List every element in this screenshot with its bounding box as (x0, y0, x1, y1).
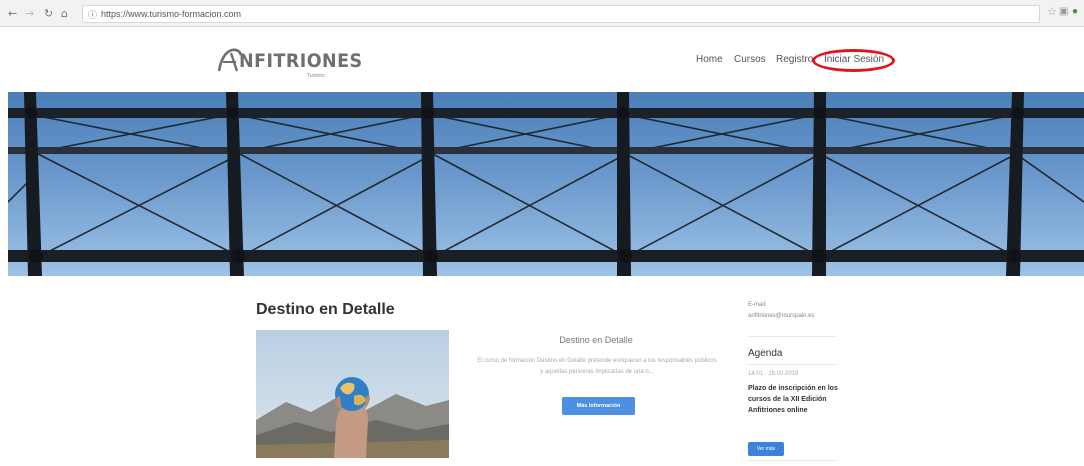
star-icon[interactable]: ☆ (1047, 6, 1057, 18)
course-thumbnail[interactable] (256, 330, 449, 458)
forward-arrow-icon[interactable]: → (25, 8, 34, 19)
address-bar[interactable]: ⓘ https://www.turismo-formacion.com (82, 5, 1040, 23)
logo-subtitle: Turismo (307, 73, 325, 79)
email-label: E-mail: (748, 302, 767, 308)
globe-in-hand-image (256, 330, 449, 458)
roof-structure-image (8, 92, 1084, 276)
card-title: Destino en Detalle (559, 335, 633, 345)
menu-cursos[interactable]: Cursos (734, 54, 766, 65)
site-header: NFITRIONES Turismo Home Cursos Registro … (0, 28, 1084, 90)
menu-registro[interactable]: Registro (776, 54, 813, 65)
more-info-button[interactable]: Más Información (562, 397, 635, 415)
card-description: El curso de formación Destino en Detalle… (477, 358, 717, 375)
menu-home[interactable]: Home (696, 54, 723, 65)
hero-image (8, 92, 1084, 276)
highlight-annotation (812, 49, 895, 72)
extension-green-icon[interactable]: ● (1072, 6, 1078, 18)
agenda-divider (748, 364, 836, 365)
extension-icon[interactable]: ▣ (1059, 6, 1068, 18)
info-icon[interactable]: ⓘ (88, 8, 97, 21)
sidebar-divider (748, 336, 836, 337)
agenda-title: Agenda (748, 348, 783, 359)
email-link[interactable]: anfitriones@tourspain.es (748, 313, 814, 319)
section-title: Destino en Detalle (256, 301, 395, 318)
see-more-button[interactable]: Ver más (748, 442, 784, 456)
agenda-item-title[interactable]: Plazo de inscripción en los cursos de la… (748, 383, 840, 416)
agenda-bottom-divider (748, 460, 836, 461)
agenda-date: 14.01 - 28.02.2019 (748, 371, 799, 377)
home-icon[interactable]: ⌂ (61, 8, 68, 19)
logo-text: NFITRIONES (239, 50, 363, 72)
back-arrow-icon[interactable]: ← (8, 8, 17, 19)
reload-icon[interactable]: ↻ (44, 8, 53, 19)
url-text: https://www.turismo-formacion.com (101, 9, 242, 19)
browser-toolbar: ← → ↻ ⌂ ⓘ https://www.turismo-formacion.… (0, 0, 1084, 27)
